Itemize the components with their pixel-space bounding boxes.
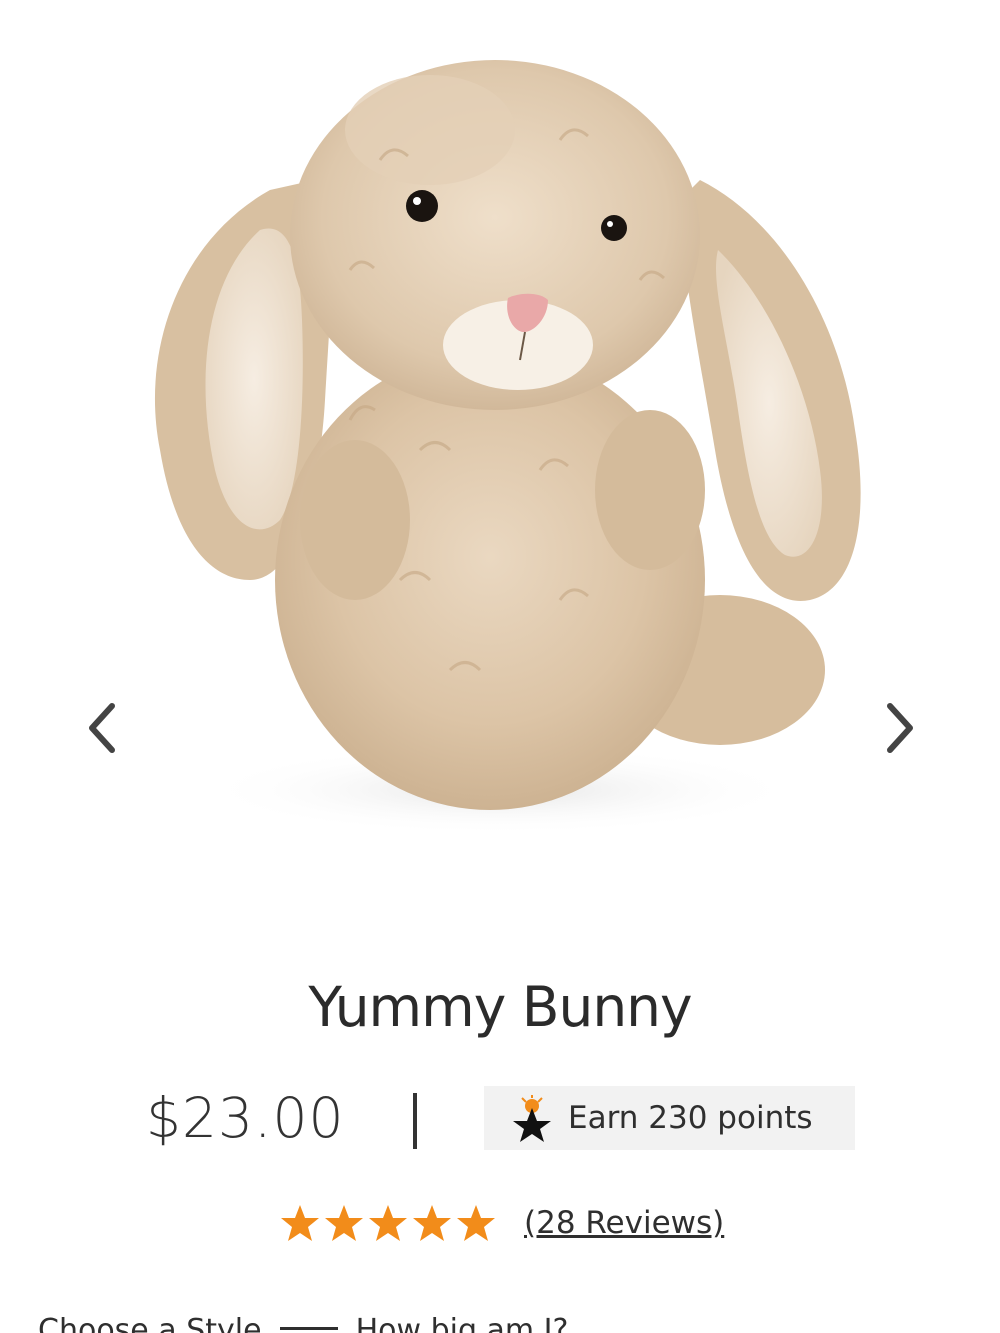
rewards-points-badge[interactable]: Earn 230 points (484, 1086, 855, 1150)
star-icon (325, 1205, 363, 1241)
gallery-next-button[interactable] (870, 693, 930, 763)
star-icon (457, 1205, 495, 1241)
star-icon (413, 1205, 451, 1241)
chevron-right-icon (887, 703, 913, 753)
product-page: Yummy Bunny $23.00 Earn 230 points (28 R… (0, 0, 1000, 1333)
reviews-link[interactable]: (28 Reviews) (524, 1205, 724, 1241)
rating-stars (280, 1203, 496, 1243)
star-icon (281, 1205, 319, 1241)
gallery-prev-button[interactable] (72, 693, 132, 763)
choose-style-link[interactable]: Choose a Style (38, 1313, 262, 1333)
chevron-left-icon (89, 703, 115, 753)
product-image-bunny (154, 60, 861, 835)
price-divider (413, 1093, 417, 1149)
product-price: $23.00 (146, 1086, 345, 1150)
star-icon (369, 1205, 407, 1241)
rewards-points-label: Earn 230 points (568, 1100, 813, 1136)
product-options-row: Choose a Style How big am I? (38, 1313, 998, 1333)
product-gallery (0, 0, 1000, 930)
rewards-star-icon (510, 1094, 554, 1142)
product-rating: (28 Reviews) (280, 1203, 724, 1243)
size-guide-link[interactable]: How big am I? (356, 1313, 569, 1333)
size-guide-rule (279, 1327, 338, 1330)
product-title: Yummy Bunny (308, 975, 692, 1039)
